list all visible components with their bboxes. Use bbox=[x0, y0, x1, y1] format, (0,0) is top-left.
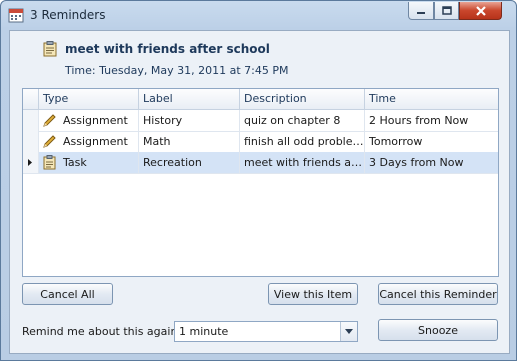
cell-label: Recreation bbox=[139, 152, 240, 173]
grid-header: Type Label Description Time bbox=[23, 89, 498, 110]
pencil-icon bbox=[43, 135, 56, 148]
cell-type: Task bbox=[59, 152, 139, 173]
column-header-description[interactable]: Description bbox=[240, 89, 365, 109]
column-header-label[interactable]: Label bbox=[139, 89, 240, 109]
close-button[interactable] bbox=[459, 2, 502, 20]
remind-label: Remind me about this again in: bbox=[22, 325, 195, 338]
cell-label: Math bbox=[139, 131, 240, 152]
reminder-time: Time: Tuesday, May 31, 2011 at 7:45 PM bbox=[65, 64, 289, 77]
snooze-interval-select[interactable]: 1 minute bbox=[174, 321, 358, 342]
column-header-type[interactable]: Type bbox=[39, 89, 139, 109]
clipboard-icon bbox=[43, 41, 57, 57]
snooze-button[interactable]: Snooze bbox=[378, 319, 498, 341]
window-title: 3 Reminders bbox=[30, 8, 106, 22]
cell-label: History bbox=[139, 110, 240, 131]
reminders-grid[interactable]: Type Label Description Time Assignment H… bbox=[22, 88, 499, 277]
table-row[interactable]: Assignment Math finish all odd problems.… bbox=[23, 131, 498, 153]
column-header-time[interactable]: Time bbox=[365, 89, 498, 109]
current-row-arrow-icon bbox=[28, 159, 32, 166]
clipboard-icon bbox=[43, 155, 56, 170]
cell-type: Assignment bbox=[59, 110, 139, 131]
row-indicator bbox=[23, 131, 39, 152]
cancel-all-button[interactable]: Cancel All bbox=[22, 283, 113, 305]
snooze-interval-value: 1 minute bbox=[179, 325, 229, 338]
dropdown-button[interactable] bbox=[340, 322, 357, 341]
row-indicator bbox=[23, 110, 39, 131]
cell-time: 2 Hours from Now bbox=[369, 114, 469, 127]
close-icon bbox=[475, 5, 486, 16]
maximize-button[interactable] bbox=[434, 2, 459, 20]
maximize-icon bbox=[441, 6, 452, 15]
chevron-down-icon bbox=[345, 329, 353, 334]
reminder-subject: meet with friends after school bbox=[65, 42, 270, 56]
title-bar[interactable]: 3 Reminders bbox=[1, 1, 516, 29]
cell-time: 3 Days from Now bbox=[369, 156, 464, 169]
header-indicator-cell bbox=[23, 89, 39, 109]
cell-type: Assignment bbox=[59, 131, 139, 152]
calendar-icon bbox=[8, 8, 24, 23]
table-row-selected[interactable]: Task Recreation meet with friends afte..… bbox=[23, 152, 498, 174]
view-item-button[interactable]: View this Item bbox=[268, 283, 358, 305]
cell-time: Tomorrow bbox=[369, 135, 423, 148]
table-row[interactable]: Assignment History quiz on chapter 8 2 H… bbox=[23, 110, 498, 132]
row-indicator bbox=[23, 152, 39, 173]
cell-description: meet with friends afte... bbox=[240, 152, 365, 173]
minimize-icon bbox=[417, 11, 425, 14]
reminders-window: 3 Reminders meet with friends after scho… bbox=[0, 0, 517, 361]
minimize-button[interactable] bbox=[408, 2, 434, 20]
cell-description: finish all odd problems... bbox=[240, 131, 365, 152]
cell-description: quiz on chapter 8 bbox=[240, 110, 365, 131]
pencil-icon bbox=[43, 114, 56, 127]
cancel-reminder-button[interactable]: Cancel this Reminder bbox=[378, 283, 498, 305]
